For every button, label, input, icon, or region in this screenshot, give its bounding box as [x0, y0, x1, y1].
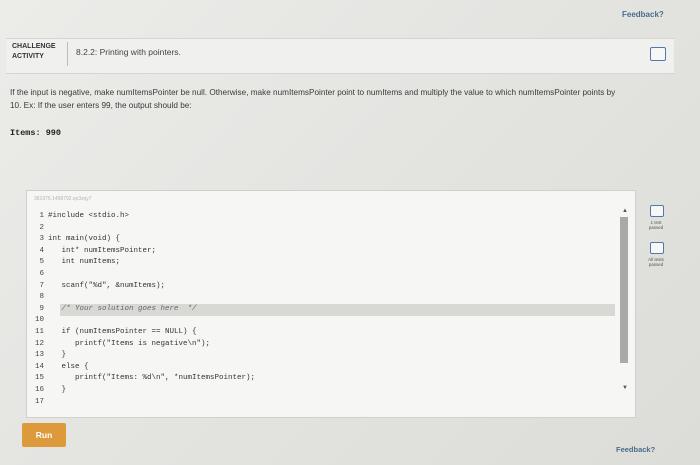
line-number: 4 [39, 246, 44, 255]
test1-line2: passed [648, 225, 664, 230]
line-number: 12 [34, 339, 44, 348]
feedback-link-top[interactable]: Feedback? [622, 10, 664, 19]
line-code[interactable]: } [48, 386, 67, 394]
line-code[interactable]: } [48, 351, 67, 359]
line-code[interactable]: if (numItemsPointer == NULL) { [48, 328, 197, 336]
line-number: 10 [34, 316, 44, 325]
line-number: 6 [39, 270, 44, 278]
challenge-label-line1: CHALLENGE [12, 43, 56, 50]
scrollbar-thumb[interactable] [620, 217, 628, 363]
code-line[interactable]: 7 scanf("%d", &numItems); [34, 282, 165, 293]
line-code[interactable]: /* Your solution goes here */ [48, 305, 197, 313]
scroll-up-arrow-icon[interactable]: ▲ [622, 208, 628, 214]
header-divider [67, 42, 68, 66]
code-line[interactable]: 11 if (numItemsPointer == NULL) { [34, 328, 197, 339]
line-number: 13 [34, 351, 44, 360]
code-line[interactable]: 14 else { [34, 363, 89, 374]
line-number: 3 [39, 235, 44, 244]
line-code[interactable]: int main(void) { [48, 235, 120, 243]
line-code[interactable]: int* numItemsPointer; [48, 247, 157, 255]
line-code[interactable]: printf("Items: %d\n", *numItemsPointer); [48, 374, 255, 382]
line-number: 11 [34, 328, 44, 336]
challenge-label-line2: ACTIVITY [12, 53, 44, 60]
code-line[interactable]: 15 printf("Items: %d\n", *numItemsPointe… [34, 374, 255, 385]
line-number: 16 [34, 386, 44, 394]
test1-status-text: 1 test passed [642, 220, 670, 230]
run-button[interactable]: Run [22, 423, 66, 447]
line-code[interactable]: scanf("%d", &numItems); [48, 282, 166, 290]
code-line[interactable]: 3 int main(void) { [34, 235, 120, 246]
completion-status-icon [650, 47, 666, 61]
line-number: 2 [39, 223, 44, 232]
feedback-link-bottom[interactable]: Feedback? [616, 445, 655, 454]
example-output: Items: 990 [10, 128, 62, 138]
instructions-text: If the input is negative, make numItemsP… [10, 88, 616, 110]
code-line[interactable]: 9 /* Your solution goes here */ [34, 304, 197, 316]
code-line[interactable]: 13 } [34, 351, 66, 362]
code-line[interactable]: 10 [34, 316, 48, 327]
code-line[interactable]: 6 [34, 270, 48, 281]
code-line[interactable]: 5 int numItems; [34, 258, 120, 269]
line-code[interactable]: else { [48, 363, 89, 371]
line-number: 9 [39, 304, 44, 313]
test2-status-text: All tests passed [642, 257, 670, 267]
line-number: 15 [34, 374, 44, 383]
code-line[interactable]: 12 printf("Items is negative\n"); [34, 340, 210, 351]
code-line[interactable]: 2 [34, 224, 48, 235]
line-code[interactable]: printf("Items is negative\n"); [48, 340, 210, 348]
line-number: 14 [34, 362, 44, 371]
test2-line2: passed [648, 262, 664, 267]
line-code[interactable]: int numItems; [48, 258, 121, 266]
challenge-activity-label: CHALLENGE ACTIVITY [6, 40, 62, 70]
line-number: 17 [34, 397, 44, 406]
code-line[interactable]: 17 [34, 398, 48, 409]
line-code[interactable]: #include <stdio.h> [48, 212, 129, 220]
test2-status-icon [650, 242, 664, 254]
code-line[interactable]: 4 int* numItemsPointer; [34, 247, 156, 258]
challenge-title: 8.2.2: Printing with pointers. [76, 47, 181, 57]
editor-id: 381976.1458792.qx3zqy7 [34, 196, 92, 202]
code-line[interactable]: 8 [34, 293, 48, 304]
line-number: 8 [39, 293, 44, 302]
test1-status-icon [650, 205, 664, 217]
scroll-down-arrow-icon[interactable]: ▼ [622, 385, 628, 391]
line-number: 1 [39, 212, 44, 220]
code-line[interactable]: 16 } [34, 386, 66, 397]
line-number: 7 [39, 281, 44, 290]
code-line[interactable]: 1 #include <stdio.h> [34, 212, 129, 223]
line-number: 5 [39, 258, 44, 267]
